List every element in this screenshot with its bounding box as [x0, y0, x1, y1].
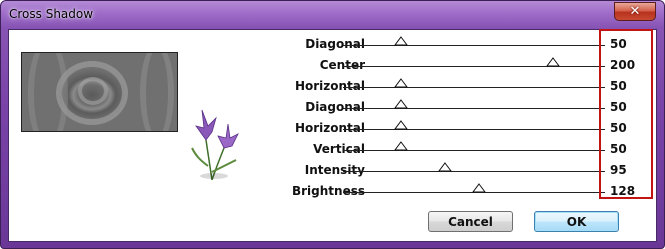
slider-track[interactable]: [343, 66, 605, 67]
cancel-button[interactable]: Cancel: [428, 211, 513, 232]
slider-label: Horizontal: [294, 121, 365, 135]
slider-label: Vertical: [313, 142, 365, 156]
slider-label: Brightness: [291, 184, 365, 198]
slider-label: Diagonal: [305, 100, 365, 114]
slider-track[interactable]: [343, 45, 605, 46]
slider-track[interactable]: [343, 108, 605, 109]
close-button[interactable]: ✕: [614, 2, 656, 21]
triangle-thumb-icon[interactable]: [472, 183, 487, 193]
slider-track[interactable]: [343, 129, 605, 130]
slider-track[interactable]: [343, 87, 605, 88]
triangle-thumb-icon[interactable]: [393, 120, 408, 130]
ok-button[interactable]: OK: [534, 211, 619, 232]
slider-track[interactable]: [343, 150, 605, 151]
slider-label: Diagonal: [305, 37, 365, 51]
triangle-thumb-icon[interactable]: [438, 162, 453, 172]
slider-label: Intensity: [304, 163, 365, 177]
preview-image: [21, 52, 178, 132]
slider-track[interactable]: [343, 171, 605, 172]
window-title: Cross Shadow: [9, 7, 94, 21]
triangle-thumb-icon[interactable]: [545, 57, 560, 67]
triangle-thumb-icon[interactable]: [393, 78, 408, 88]
flower-logo-icon: [191, 109, 239, 180]
values-highlight-box: [599, 29, 653, 199]
triangle-thumb-icon[interactable]: [393, 141, 408, 151]
triangle-thumb-icon[interactable]: [393, 99, 408, 109]
triangle-thumb-icon[interactable]: [393, 36, 408, 46]
close-icon: ✕: [629, 4, 641, 19]
slider-label: Horizontal: [294, 79, 365, 93]
title-bar[interactable]: Cross Shadow ✕: [1, 1, 664, 29]
slider-label: Center: [319, 58, 365, 72]
